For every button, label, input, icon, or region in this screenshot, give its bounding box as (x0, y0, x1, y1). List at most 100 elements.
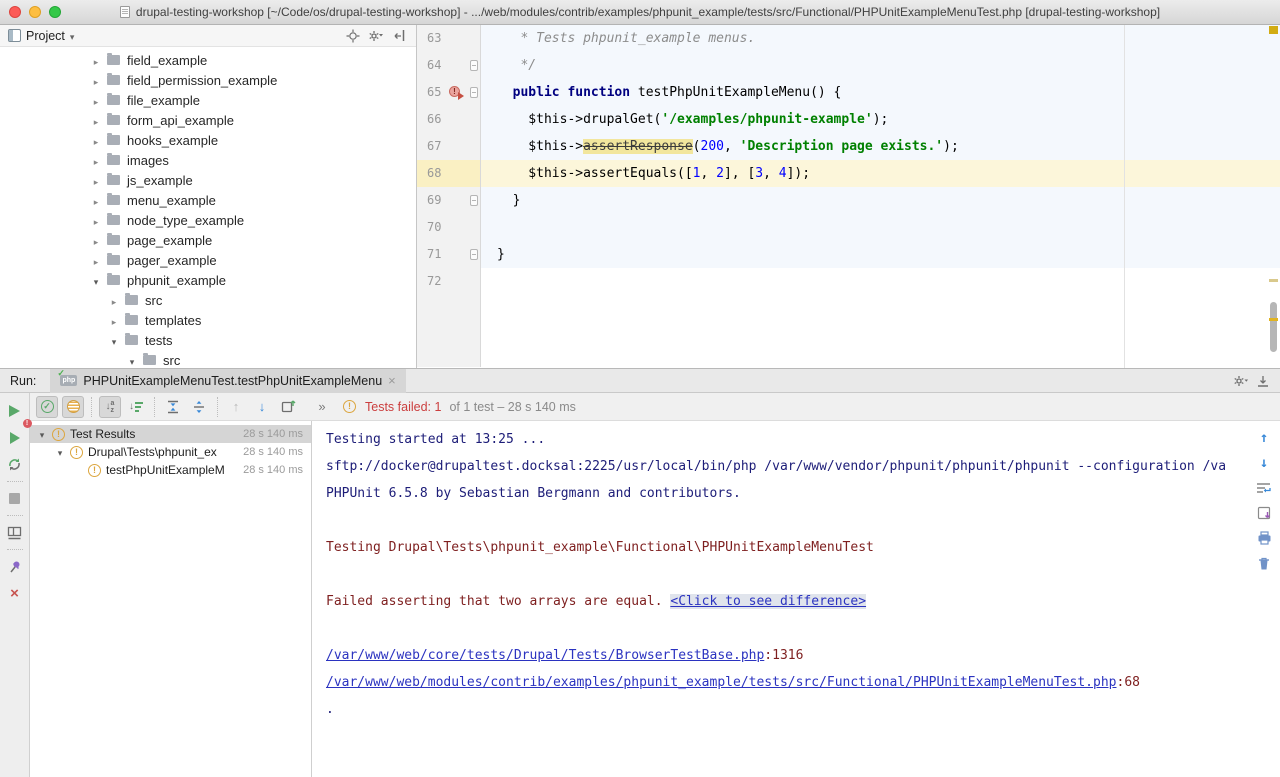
project-tree-item[interactable]: node_type_example (0, 210, 416, 230)
minimize-window-button[interactable] (29, 6, 41, 18)
error-stripe[interactable] (1267, 25, 1280, 368)
more-actions-chevron[interactable] (311, 396, 333, 418)
run-tab[interactable]: php PHPUnitExampleMenuTest.testPhpUnitEx… (50, 369, 405, 393)
project-tree-item[interactable]: field_example (0, 50, 416, 70)
locate-file-icon[interactable] (344, 28, 362, 44)
project-tree-item[interactable]: menu_example (0, 190, 416, 210)
editor-line[interactable]: 70 (417, 214, 1280, 241)
export-test-results-button[interactable] (277, 396, 299, 418)
code-line-text[interactable]: $this->assertEquals([1, 2], [3, 4]); (481, 160, 1280, 187)
console-link[interactable]: /var/www/web/core/tests/Drupal/Tests/Bro… (326, 648, 764, 663)
project-tree-item[interactable]: hooks_example (0, 130, 416, 150)
project-tree-item[interactable]: pager_example (0, 250, 416, 270)
editor-gutter-cell[interactable]: 67 (417, 133, 481, 160)
console-link[interactable]: <Click to see difference> (670, 594, 866, 609)
editor[interactable]: 63 * Tests phpunit_example menus.64 */65… (417, 25, 1280, 368)
chevron-right-icon[interactable] (90, 133, 102, 148)
scroll-up-icon[interactable] (1254, 429, 1274, 447)
chevron-down-icon[interactable] (126, 353, 138, 368)
code-line-text[interactable]: * Tests phpunit_example menus. (481, 25, 1280, 52)
error-stripe-warning-mark[interactable] (1269, 318, 1278, 321)
project-tree-item[interactable]: js_example (0, 170, 416, 190)
code-line-text[interactable]: public function testPhpUnitExampleMenu()… (481, 79, 1280, 106)
editor-line[interactable]: 64 */ (417, 52, 1280, 79)
restore-layout-icon[interactable] (2, 519, 28, 546)
project-tree-item[interactable]: tests (0, 330, 416, 350)
code-line-text[interactable]: */ (481, 52, 1280, 79)
rerun-failed-tests-button[interactable]: ! (2, 424, 28, 451)
editor-gutter-cell[interactable]: 69 (417, 187, 481, 214)
editor-empty-area[interactable] (417, 295, 1280, 367)
run-settings-gear-icon[interactable] (1230, 371, 1252, 391)
code-line-text[interactable]: $this->drupalGet('/examples/phpunit-exam… (481, 106, 1280, 133)
code-line-text[interactable] (481, 214, 1280, 241)
test-tree-row[interactable]: !Test Results28 s 140 ms (30, 425, 311, 443)
print-icon[interactable] (1254, 529, 1274, 547)
sort-alphabetically-toggle[interactable]: az (99, 396, 121, 418)
editor-gutter-cell[interactable]: 72 (417, 268, 481, 295)
editor-gutter-cell[interactable]: 64 (417, 52, 481, 79)
chevron-down-icon[interactable] (70, 29, 75, 43)
expand-all-button[interactable] (162, 396, 184, 418)
editor-line[interactable]: 72 (417, 268, 1280, 295)
chevron-down-icon[interactable] (108, 333, 120, 348)
soft-wrap-icon[interactable] (1254, 479, 1274, 497)
chevron-down-icon[interactable] (54, 445, 66, 459)
editor-line[interactable]: 66 $this->drupalGet('/examples/phpunit-e… (417, 106, 1280, 133)
editor-gutter-cell[interactable]: 68 (417, 160, 481, 187)
test-tree-row[interactable]: !Drupal\Tests\phpunit_ex28 s 140 ms (30, 443, 311, 461)
test-tree-row[interactable]: !testPhpUnitExampleM28 s 140 ms (30, 461, 311, 479)
console-link[interactable]: /var/www/web/modules/contrib/examples/ph… (326, 675, 1117, 690)
show-ignored-toggle[interactable] (62, 396, 84, 418)
error-stripe-mark[interactable] (1269, 279, 1278, 282)
zoom-window-button[interactable] (49, 6, 61, 18)
next-failed-test-button[interactable] (251, 396, 273, 418)
project-tree-item[interactable]: file_example (0, 90, 416, 110)
toggle-auto-test-icon[interactable] (2, 451, 28, 478)
project-tree-item[interactable]: page_example (0, 230, 416, 250)
close-window-button[interactable] (9, 6, 21, 18)
pin-tab-icon[interactable] (2, 553, 28, 580)
editor-scrollbar-thumb[interactable] (1270, 302, 1277, 352)
project-tree-item[interactable]: src (0, 350, 416, 368)
editor-gutter-cell[interactable]: 66 (417, 106, 481, 133)
editor-gutter-cell[interactable]: 63 (417, 25, 481, 52)
close-tab-icon[interactable] (388, 373, 396, 388)
fold-marker-icon[interactable] (470, 87, 478, 98)
show-passed-toggle[interactable]: ✓ (36, 396, 58, 418)
chevron-right-icon[interactable] (108, 293, 120, 308)
project-tree-item[interactable]: form_api_example (0, 110, 416, 130)
test-failed-gutter-icon[interactable]: ! (449, 86, 461, 98)
project-tree-item[interactable]: templates (0, 310, 416, 330)
chevron-right-icon[interactable] (90, 153, 102, 168)
scroll-to-end-icon[interactable] (1254, 504, 1274, 522)
chevron-right-icon[interactable] (90, 253, 102, 268)
settings-gear-icon[interactable] (367, 28, 385, 44)
chevron-right-icon[interactable] (90, 193, 102, 208)
chevron-right-icon[interactable] (90, 213, 102, 228)
project-tree-item[interactable]: field_permission_example (0, 70, 416, 90)
scroll-down-icon[interactable] (1254, 454, 1274, 472)
chevron-right-icon[interactable] (90, 93, 102, 108)
chevron-down-icon[interactable] (90, 273, 102, 288)
code-line-text[interactable] (481, 268, 1280, 295)
editor-gutter-cell[interactable]: 71 (417, 241, 481, 268)
editor-gutter-cell[interactable]: 65! (417, 79, 481, 106)
chevron-right-icon[interactable] (108, 313, 120, 328)
project-tree-item[interactable]: images (0, 150, 416, 170)
previous-failed-test-button[interactable] (225, 396, 247, 418)
chevron-right-icon[interactable] (90, 53, 102, 68)
stop-button[interactable] (2, 485, 28, 512)
project-tree-item[interactable]: phpunit_example (0, 270, 416, 290)
fold-marker-icon[interactable] (470, 60, 478, 71)
editor-line[interactable]: 68 $this->assertEquals([1, 2], [3, 4]); (417, 160, 1280, 187)
chevron-right-icon[interactable] (90, 73, 102, 88)
code-line-text[interactable]: $this->assertResponse(200, 'Description … (481, 133, 1280, 160)
clear-console-trash-icon[interactable] (1254, 554, 1274, 572)
project-panel-title[interactable]: Project (26, 29, 65, 43)
project-tree-item[interactable]: src (0, 290, 416, 310)
editor-gutter-cell[interactable]: 70 (417, 214, 481, 241)
hide-panel-icon[interactable] (390, 28, 408, 44)
collapse-all-button[interactable] (188, 396, 210, 418)
sort-by-duration-toggle[interactable] (125, 396, 147, 418)
